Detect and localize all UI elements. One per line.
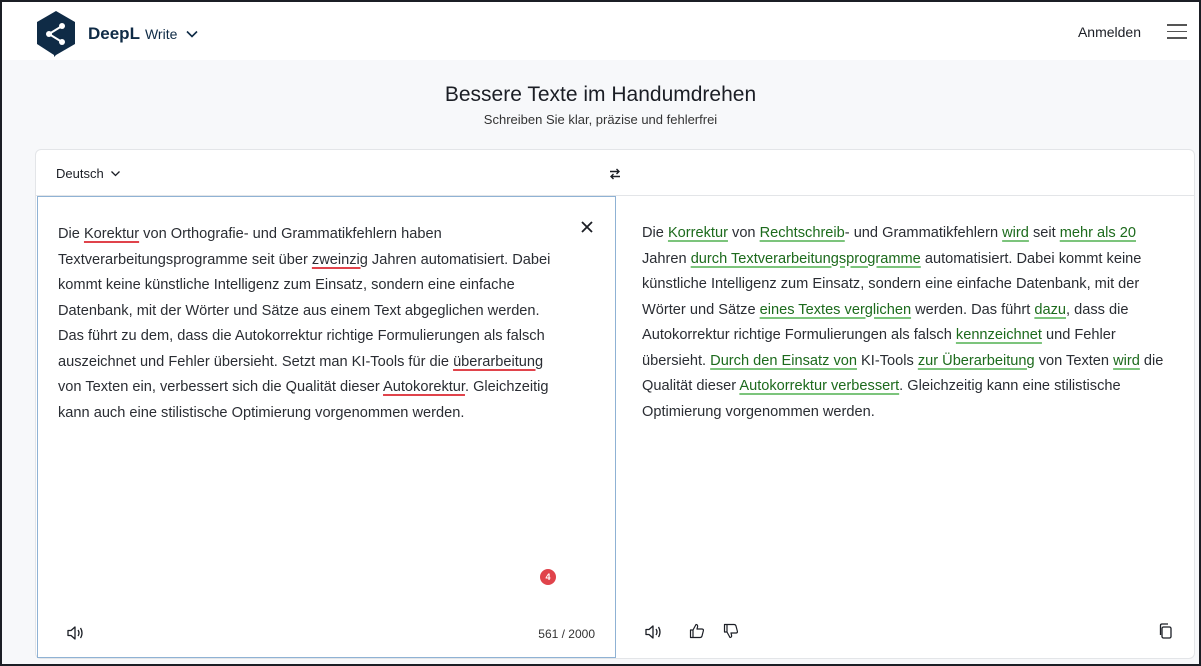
- language-label: Deutsch: [56, 166, 104, 181]
- suggested-change[interactable]: Rechtschreib: [760, 225, 845, 241]
- text-segment: von: [727, 225, 760, 241]
- spelling-error[interactable]: zweinzig: [312, 252, 368, 268]
- product-name: Write: [144, 26, 178, 42]
- text-segment: von Texten ein, verbessert sich die Qual…: [58, 379, 384, 395]
- suggested-change[interactable]: wird: [1002, 225, 1029, 241]
- error-count-badge[interactable]: 4: [540, 569, 556, 585]
- output-pane: Die Korrektur von Rechtschreib- und Gram…: [616, 196, 1194, 658]
- suggested-change[interactable]: eines Textes verglichen: [760, 302, 911, 318]
- brand-name: DeepL: [88, 24, 140, 43]
- suggested-change[interactable]: wird: [1113, 353, 1140, 369]
- text-segment: seit: [1028, 225, 1060, 241]
- text-segment: werden. Das führt: [911, 301, 1035, 318]
- spelling-error[interactable]: überarbeitung: [453, 354, 543, 370]
- hamburger-menu-icon[interactable]: [1167, 24, 1187, 40]
- spelling-error[interactable]: Autokorektur: [383, 379, 465, 395]
- text-segment: KI-Tools: [857, 352, 918, 369]
- text-segment: Jahren automatisiert. Dabei kommt keine …: [58, 251, 551, 370]
- text-segment: Die: [642, 225, 668, 241]
- input-pane[interactable]: Die Korektur von Orthografie- und Gramma…: [37, 196, 616, 658]
- copy-icon[interactable]: [1158, 623, 1172, 639]
- spelling-error[interactable]: Korektur: [84, 226, 139, 242]
- text-segment: Die: [58, 226, 84, 242]
- language-select[interactable]: Deutsch: [56, 166, 121, 181]
- page-title: Bessere Texte im Handumdrehen: [444, 83, 757, 106]
- close-icon[interactable]: [581, 221, 593, 233]
- thumbs-up-icon[interactable]: [689, 623, 705, 639]
- suggested-change[interactable]: Autokorrektur verbessert: [739, 378, 899, 394]
- suggested-change[interactable]: kennzeichnet: [956, 327, 1042, 343]
- deepl-logo[interactable]: [35, 10, 77, 58]
- suggested-change[interactable]: mehr als 20: [1060, 225, 1136, 241]
- thumbs-down-icon[interactable]: [723, 623, 739, 639]
- swap-arrows-icon[interactable]: [608, 167, 622, 181]
- suggested-change[interactable]: zur Überarbeitung: [918, 353, 1035, 369]
- output-text: Die Korrektur von Rechtschreib- und Gram…: [642, 221, 1172, 425]
- character-counter: 561 / 2000: [538, 627, 595, 641]
- chevron-down-icon: [186, 30, 198, 38]
- text-segment: - und Grammatikfehlern: [844, 225, 1003, 241]
- app-window: DeepL Write Anmelden Bessere Texte im Ha…: [0, 0, 1201, 666]
- editor-toolbar: Deutsch: [36, 150, 1194, 196]
- input-text-area[interactable]: Die Korektur von Orthografie- und Gramma…: [58, 222, 568, 426]
- suggested-change[interactable]: Korrektur: [668, 225, 728, 241]
- speaker-icon[interactable]: [644, 624, 662, 640]
- editor-card: Deutsch Die Korektur von Orthografie- un…: [35, 149, 1195, 659]
- suggested-change[interactable]: durch Textverarbeitungsprogramme: [691, 251, 921, 267]
- text-segment: Jahren: [642, 250, 691, 267]
- chevron-down-icon: [110, 171, 120, 177]
- suggested-change[interactable]: Durch den Einsatz von: [710, 353, 857, 369]
- top-bar: DeepL Write Anmelden: [2, 2, 1199, 60]
- suggested-change[interactable]: dazu: [1034, 302, 1066, 318]
- page-subtitle: Schreiben Sie klar, präzise und fehlerfr…: [483, 112, 718, 127]
- product-switcher[interactable]: DeepL Write: [88, 24, 199, 44]
- text-segment: von Texten: [1034, 352, 1114, 369]
- speaker-icon[interactable]: [66, 625, 84, 641]
- login-link[interactable]: Anmelden: [1078, 24, 1141, 40]
